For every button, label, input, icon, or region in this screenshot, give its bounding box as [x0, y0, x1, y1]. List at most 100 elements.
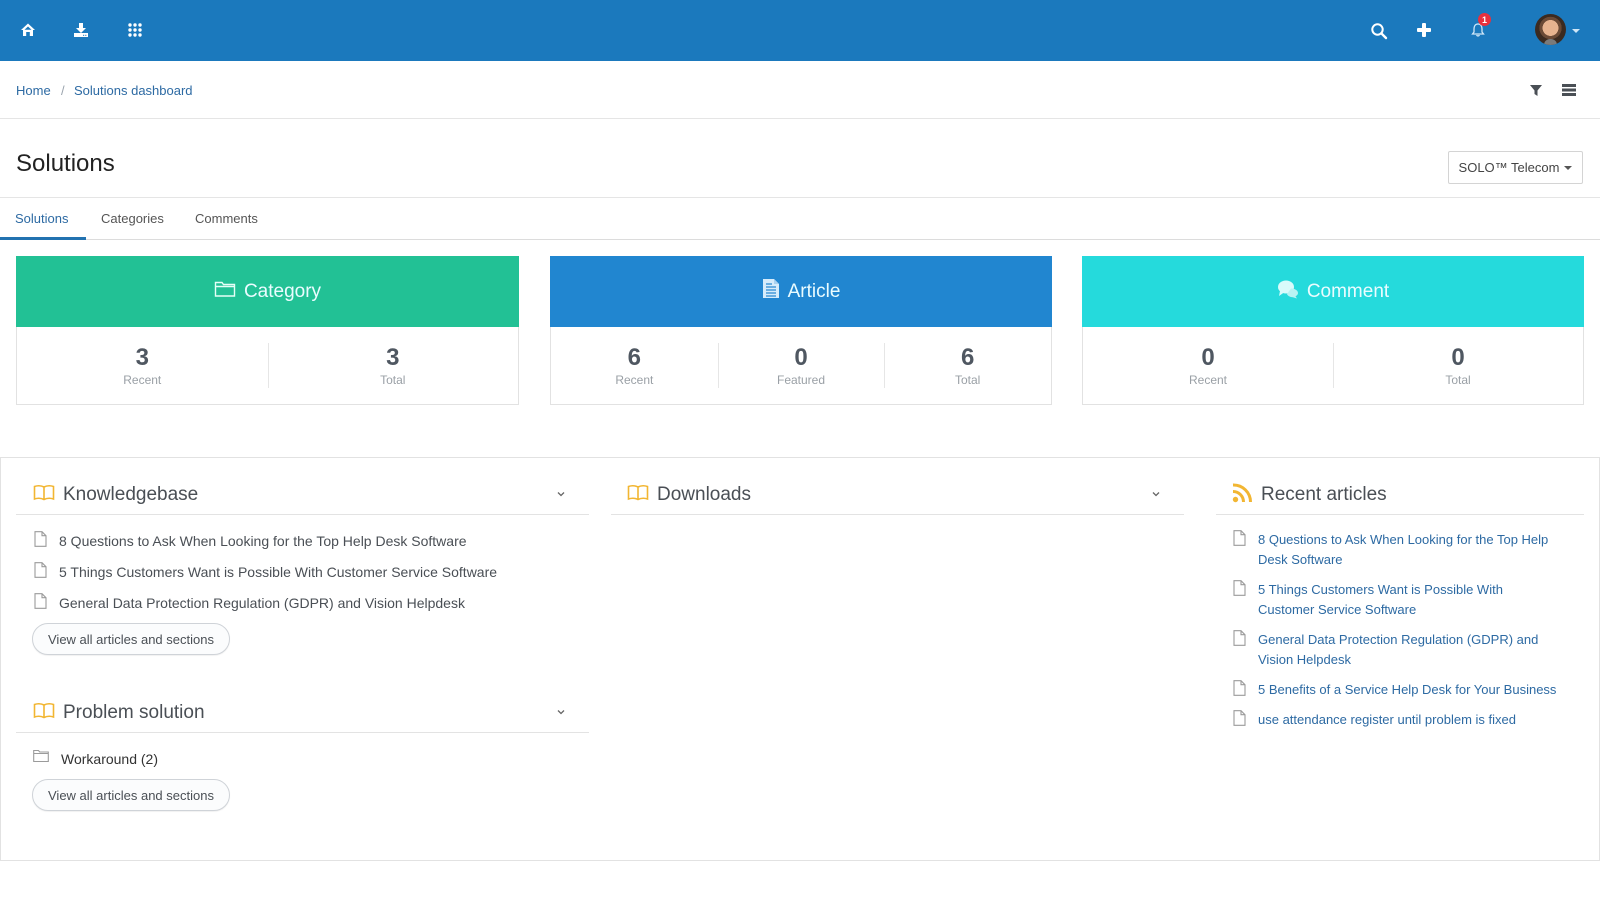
caret-down-icon — [1564, 165, 1573, 170]
recent-article-link[interactable]: 5 Things Customers Want is Possible With… — [1233, 580, 1578, 620]
tab-categories[interactable]: Categories — [101, 211, 164, 226]
book-icon — [33, 484, 55, 505]
recent-article-link[interactable]: 5 Benefits of a Service Help Desk for Yo… — [1233, 680, 1578, 700]
comment-stat-card: Comment 0 Recent 0 Total — [1082, 256, 1584, 405]
problem-solution-folder[interactable]: Workaround (2) — [33, 749, 158, 769]
stat-label: Total — [955, 372, 981, 387]
knowledgebase-article[interactable]: 5 Things Customers Want is Possible With… — [34, 562, 497, 582]
tab-bar: Solutions Categories Comments — [0, 198, 1600, 240]
download-icon[interactable] — [69, 18, 93, 42]
problem-solution-view-all-button[interactable]: View all articles and sections — [32, 779, 230, 811]
file-icon — [1233, 630, 1246, 649]
comments-icon — [1277, 279, 1299, 305]
tab-comments[interactable]: Comments — [195, 211, 258, 226]
comment-card-header[interactable]: Comment — [1082, 256, 1584, 327]
stat-value: 0 — [1201, 343, 1215, 371]
category-recent-stat[interactable]: 3 Recent — [17, 327, 268, 404]
article-title: 5 Benefits of a Service Help Desk for Yo… — [1258, 682, 1557, 697]
article-total-stat[interactable]: 6 Total — [884, 327, 1051, 404]
stat-label: Total — [1445, 372, 1471, 387]
apps-grid-icon[interactable] — [123, 18, 147, 42]
file-icon — [1233, 680, 1246, 699]
document-icon — [762, 278, 780, 305]
stat-label: Recent — [615, 372, 654, 387]
comment-recent-stat[interactable]: 0 Recent — [1083, 327, 1333, 404]
company-selector-label: SOLO™ Telecom — [1458, 160, 1560, 175]
rss-icon — [1232, 483, 1253, 506]
stat-label: Recent — [123, 372, 162, 387]
recent-article-link[interactable]: 8 Questions to Ask When Looking for the … — [1233, 530, 1578, 570]
book-icon — [33, 702, 55, 723]
stat-label: Featured — [776, 372, 826, 387]
file-icon — [1233, 710, 1246, 729]
user-menu-caret-icon[interactable] — [1572, 29, 1580, 33]
filter-icon[interactable] — [1527, 81, 1545, 99]
knowledgebase-section-header: Knowledgebase — [16, 475, 589, 515]
file-icon — [34, 593, 47, 612]
stat-value: 3 — [386, 343, 400, 371]
chevron-down-icon[interactable] — [555, 488, 567, 500]
article-title: General Data Protection Regulation (GDPR… — [59, 595, 465, 611]
active-tab-indicator — [0, 237, 86, 240]
problem-solution-title: Problem solution — [63, 701, 205, 723]
category-total-stat[interactable]: 3 Total — [267, 327, 519, 404]
stat-label: Recent — [1188, 372, 1228, 387]
breadcrumb-solutions-dashboard[interactable]: Solutions dashboard — [74, 83, 193, 98]
downloads-title: Downloads — [657, 483, 751, 505]
category-card-title: Category — [243, 280, 322, 302]
menu-lines-icon[interactable] — [1560, 81, 1578, 99]
article-title: 8 Questions to Ask When Looking for the … — [1258, 532, 1549, 567]
article-card-header[interactable]: Article — [550, 256, 1052, 327]
article-recent-stat[interactable]: 6 Recent — [551, 327, 718, 404]
home-icon[interactable] — [16, 18, 40, 42]
knowledgebase-article[interactable]: 8 Questions to Ask When Looking for the … — [34, 531, 467, 551]
file-icon — [34, 562, 47, 581]
search-icon[interactable] — [1367, 19, 1391, 43]
article-card-title: Article — [787, 280, 841, 302]
article-title: General Data Protection Regulation (GDPR… — [1258, 632, 1539, 667]
chevron-down-icon[interactable] — [1150, 488, 1162, 500]
article-stat-card: Article 6 Recent 0 Featured 6 Total — [550, 256, 1052, 405]
tab-solutions[interactable]: Solutions — [15, 211, 68, 226]
article-title: 8 Questions to Ask When Looking for the … — [59, 533, 467, 549]
downloads-section-header: Downloads — [611, 475, 1184, 515]
knowledgebase-view-all-button[interactable]: View all articles and sections — [32, 623, 230, 655]
article-featured-stat[interactable]: 0 Featured — [717, 327, 885, 404]
chevron-down-icon[interactable] — [555, 706, 567, 718]
knowledgebase-title: Knowledgebase — [63, 483, 199, 505]
article-title: use attendance register until problem is… — [1258, 712, 1516, 727]
breadcrumb-separator: / — [61, 83, 65, 98]
stat-value: 0 — [794, 343, 808, 371]
category-card-header[interactable]: Category — [16, 256, 519, 327]
category-stat-card: Category 3 Recent 3 Total — [16, 256, 519, 405]
plus-icon[interactable] — [1412, 18, 1436, 42]
problem-solution-section-header: Problem solution — [16, 693, 589, 733]
comment-total-stat[interactable]: 0 Total — [1333, 327, 1583, 404]
top-navbar: 1 — [0, 0, 1600, 61]
company-selector-dropdown[interactable]: SOLO™ Telecom — [1448, 151, 1583, 184]
comment-card-title: Comment — [1306, 280, 1390, 302]
recent-article-link[interactable]: use attendance register until problem is… — [1233, 710, 1578, 730]
file-icon — [1233, 530, 1246, 549]
user-avatar[interactable] — [1535, 14, 1566, 45]
stat-label: Total — [380, 372, 406, 387]
bell-icon[interactable]: 1 — [1466, 13, 1491, 42]
article-title: 5 Things Customers Want is Possible With… — [59, 564, 498, 580]
stat-value: 0 — [1451, 343, 1465, 371]
breadcrumb-home[interactable]: Home — [16, 83, 51, 98]
recent-articles-title: Recent articles — [1261, 483, 1387, 505]
notification-badge: 1 — [1478, 13, 1491, 26]
folder-title: Workaround (2) — [61, 751, 159, 767]
folder-icon — [33, 749, 49, 766]
recent-articles-section-header: Recent articles — [1216, 475, 1584, 515]
book-icon — [627, 484, 649, 505]
knowledgebase-article[interactable]: General Data Protection Regulation (GDPR… — [34, 593, 465, 613]
recent-article-link[interactable]: General Data Protection Regulation (GDPR… — [1233, 630, 1578, 670]
file-icon — [1233, 580, 1246, 599]
breadcrumb-bar: Home / Solutions dashboard — [0, 61, 1600, 119]
stat-value: 3 — [135, 343, 149, 371]
stat-value: 6 — [961, 343, 975, 371]
stat-value: 6 — [627, 343, 642, 371]
article-title: 5 Things Customers Want is Possible With… — [1258, 582, 1503, 617]
folder-icon — [214, 280, 236, 304]
